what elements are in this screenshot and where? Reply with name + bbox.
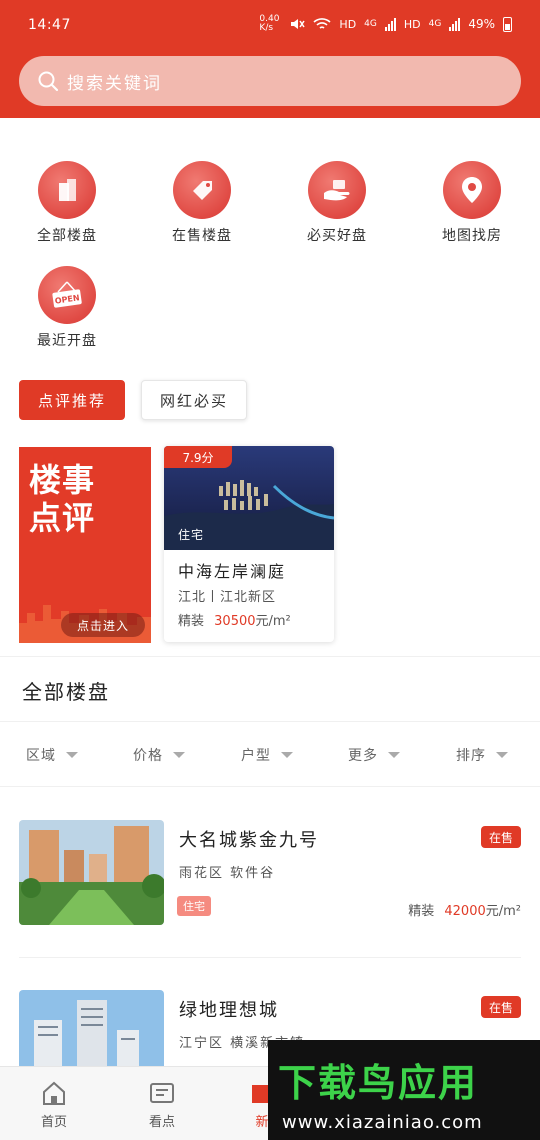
watermark-brand: 下载鸟应用 <box>278 1061 479 1105</box>
promo-title: 楼事 点评 <box>29 461 95 537</box>
status-badge: 在售 <box>481 996 521 1018</box>
network-label-2: 4G <box>428 19 442 29</box>
filter-label: 区域 <box>26 748 56 764</box>
watermark-url: www.xiazainiao.com <box>282 1112 483 1133</box>
filter-layout[interactable]: 户型 <box>241 745 293 765</box>
category-label: 地图找房 <box>442 228 502 244</box>
category-label: 在售楼盘 <box>172 228 232 244</box>
divider <box>19 957 521 958</box>
listing-location: 雨花区 软件谷 <box>179 866 276 881</box>
decor-label: 精装 <box>408 904 435 919</box>
search-bar[interactable]: 搜索关键词 <box>19 56 521 106</box>
listing-thumbnail <box>19 990 164 1066</box>
nav-label: 首页 <box>40 1115 67 1130</box>
price-number: 30500 <box>214 614 256 629</box>
property-location: 江北丨江北新区 <box>178 590 277 605</box>
listing-name: 绿地理想城 <box>179 1000 279 1021</box>
nav-home[interactable]: 首页 <box>24 1079 84 1130</box>
signal-icon-2 <box>449 17 461 31</box>
battery-icon <box>503 16 512 32</box>
status-icons: 0.40 K/s HD 4G HD 4G 49% <box>259 15 512 33</box>
net-speed: 0.40 K/s <box>259 14 280 33</box>
category-label: 必买好盘 <box>307 228 367 244</box>
divider <box>0 721 540 722</box>
section-title: 全部楼盘 <box>22 680 110 704</box>
property-type-label: 住宅 <box>178 528 205 542</box>
category-on-sale[interactable]: 在售楼盘 <box>142 161 262 245</box>
filter-sort[interactable]: 排序 <box>456 745 508 765</box>
category-must-buy[interactable]: 必买好盘 <box>277 161 397 245</box>
chevron-down-icon <box>66 752 78 758</box>
news-icon <box>150 1083 174 1103</box>
filter-more[interactable]: 更多 <box>348 745 400 765</box>
promo-title-line2: 点评 <box>29 499 96 537</box>
enter-button[interactable]: 点击进入 <box>61 613 145 637</box>
category-map-search[interactable]: 地图找房 <box>412 161 532 245</box>
chevron-down-icon <box>281 752 293 758</box>
featured-property-card[interactable]: 7.9分 住宅 中海左岸澜庭 江北丨江北新区 精装 30500元/m² <box>164 446 334 642</box>
watermark-overlay: 下载鸟应用 www.xiazainiao.com <box>268 1040 540 1140</box>
tab-review-recommend[interactable]: 点评推荐 <box>19 380 125 420</box>
filter-price[interactable]: 价格 <box>133 745 185 765</box>
filter-area[interactable]: 区域 <box>26 745 78 765</box>
buildings-icon <box>38 161 96 219</box>
filter-label: 价格 <box>133 748 163 764</box>
app-header: 14:47 0.40 K/s HD 4G HD 4G 49% 搜索关键词 <box>0 0 540 118</box>
category-all-buildings[interactable]: 全部楼盘 <box>7 161 127 245</box>
battery-level: 49% <box>468 17 495 31</box>
divider <box>0 656 540 657</box>
search-icon <box>38 71 59 92</box>
filter-label: 更多 <box>348 748 378 764</box>
price-unit: 元/m² <box>485 904 521 919</box>
status-time: 14:47 <box>28 17 71 33</box>
hand-icon <box>308 161 366 219</box>
promo-title-line1: 楼事 <box>29 461 96 499</box>
nav-highlights[interactable]: 看点 <box>132 1079 192 1130</box>
listing-thumbnail <box>19 820 164 925</box>
nav-label: 新 <box>255 1115 269 1130</box>
price-unit: 元/m² <box>255 614 291 629</box>
category-recently-opened[interactable]: OPEN 最近开盘 <box>7 266 127 350</box>
chevron-down-icon <box>388 752 400 758</box>
divider <box>0 786 540 787</box>
nav-label: 看点 <box>148 1115 175 1130</box>
map-pin-icon <box>443 161 501 219</box>
category-label: 最近开盘 <box>37 333 97 349</box>
type-tag: 住宅 <box>177 896 211 916</box>
network-label-1: 4G <box>364 19 377 29</box>
mute-icon <box>291 19 306 29</box>
filter-label: 排序 <box>456 748 486 764</box>
filter-label: 户型 <box>241 748 271 764</box>
chevron-down-icon <box>173 752 185 758</box>
property-name: 中海左岸澜庭 <box>178 562 287 581</box>
listing-item[interactable]: 大名城紫金九号 在售 雨花区 软件谷 住宅 精装 42000元/m² <box>19 820 521 930</box>
hd-label-2: HD <box>403 17 421 31</box>
price-number: 42000 <box>444 904 486 919</box>
status-bar: 14:47 0.40 K/s HD 4G HD 4G 49% <box>0 0 540 50</box>
price-tag-icon <box>173 161 231 219</box>
hd-label-1: HD <box>339 17 357 31</box>
wifi-icon <box>313 18 331 29</box>
listing-price: 精装 42000元/m² <box>408 900 521 919</box>
tab-influencer-must-buy[interactable]: 网红必买 <box>141 380 247 420</box>
property-price: 精装 30500元/m² <box>178 610 291 629</box>
score-badge: 7.9分 <box>164 446 232 468</box>
open-sign-icon: OPEN <box>38 266 96 324</box>
review-promo-banner[interactable]: 楼事 点评 点击进入 <box>19 447 151 643</box>
search-placeholder: 搜索关键词 <box>67 73 162 94</box>
listing-name: 大名城紫金九号 <box>179 830 319 851</box>
chevron-down-icon <box>496 752 508 758</box>
status-badge: 在售 <box>481 826 521 848</box>
home-icon <box>43 1081 65 1105</box>
signal-icon-1 <box>384 17 396 31</box>
decor-label: 精装 <box>178 614 205 629</box>
category-label: 全部楼盘 <box>37 228 97 244</box>
